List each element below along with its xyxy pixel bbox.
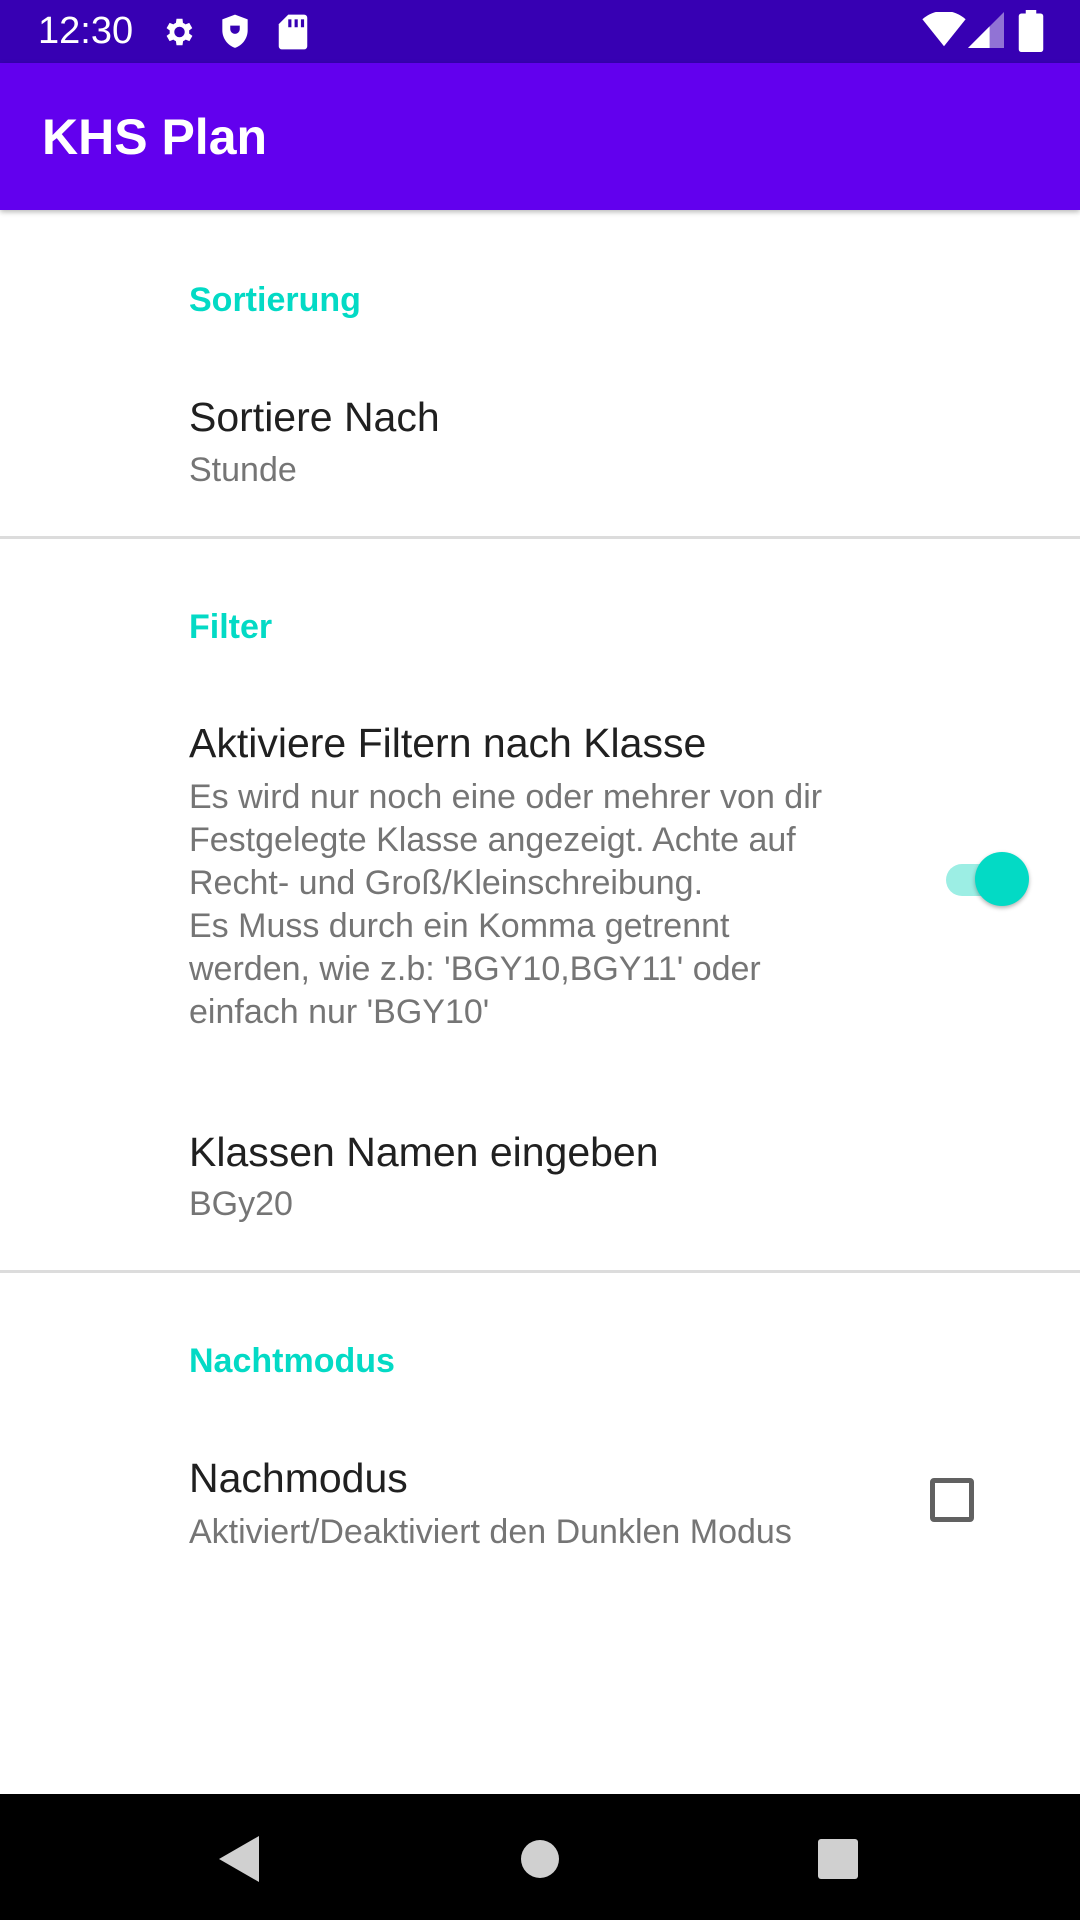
class-name-preference-title: Klassen Namen eingeben [189, 1129, 659, 1175]
recents-icon[interactable] [803, 1824, 873, 1894]
sort-preference-summary: Stunde [189, 451, 297, 489]
app-bar: KHS Plan [0, 63, 1080, 210]
navigation-bar [0, 1794, 1080, 1920]
shield-icon [218, 13, 252, 56]
back-icon[interactable] [205, 1824, 275, 1894]
night-mode-preference-summary: Aktiviert/Deaktiviert den Dunklen Modus [189, 1513, 792, 1551]
app-title: KHS Plan [42, 109, 268, 165]
battery-icon [1018, 10, 1044, 57]
night-mode-checkbox[interactable] [930, 1478, 974, 1522]
section-header-sortierung: Sortierung [189, 281, 361, 319]
filter-preference-title: Aktiviere Filtern nach Klasse [189, 720, 707, 766]
status-bar: 12:30 [0, 0, 1080, 63]
section-header-nachtmodus: Nachtmodus [189, 1342, 395, 1380]
class-name-preference-summary: BGy20 [189, 1185, 293, 1223]
filter-preference-summary: Es wird nur noch eine oder mehrer von di… [189, 778, 823, 1031]
status-time: 12:30 [38, 10, 134, 52]
section-divider [0, 1270, 1080, 1273]
sort-preference-title: Sortiere Nach [189, 394, 440, 440]
filter-toggle-switch[interactable] [940, 850, 1032, 906]
section-header-filter: Filter [189, 608, 273, 646]
night-mode-preference-title: Nachmodus [189, 1455, 408, 1501]
section-divider [0, 536, 1080, 539]
home-icon[interactable] [505, 1824, 575, 1894]
wifi-icon [922, 10, 966, 53]
gear-icon [160, 14, 196, 55]
cell-signal-icon [968, 12, 1004, 53]
sd-card-icon [278, 13, 308, 56]
sort-preference[interactable] [0, 375, 1080, 505]
switch-thumb [975, 852, 1029, 906]
